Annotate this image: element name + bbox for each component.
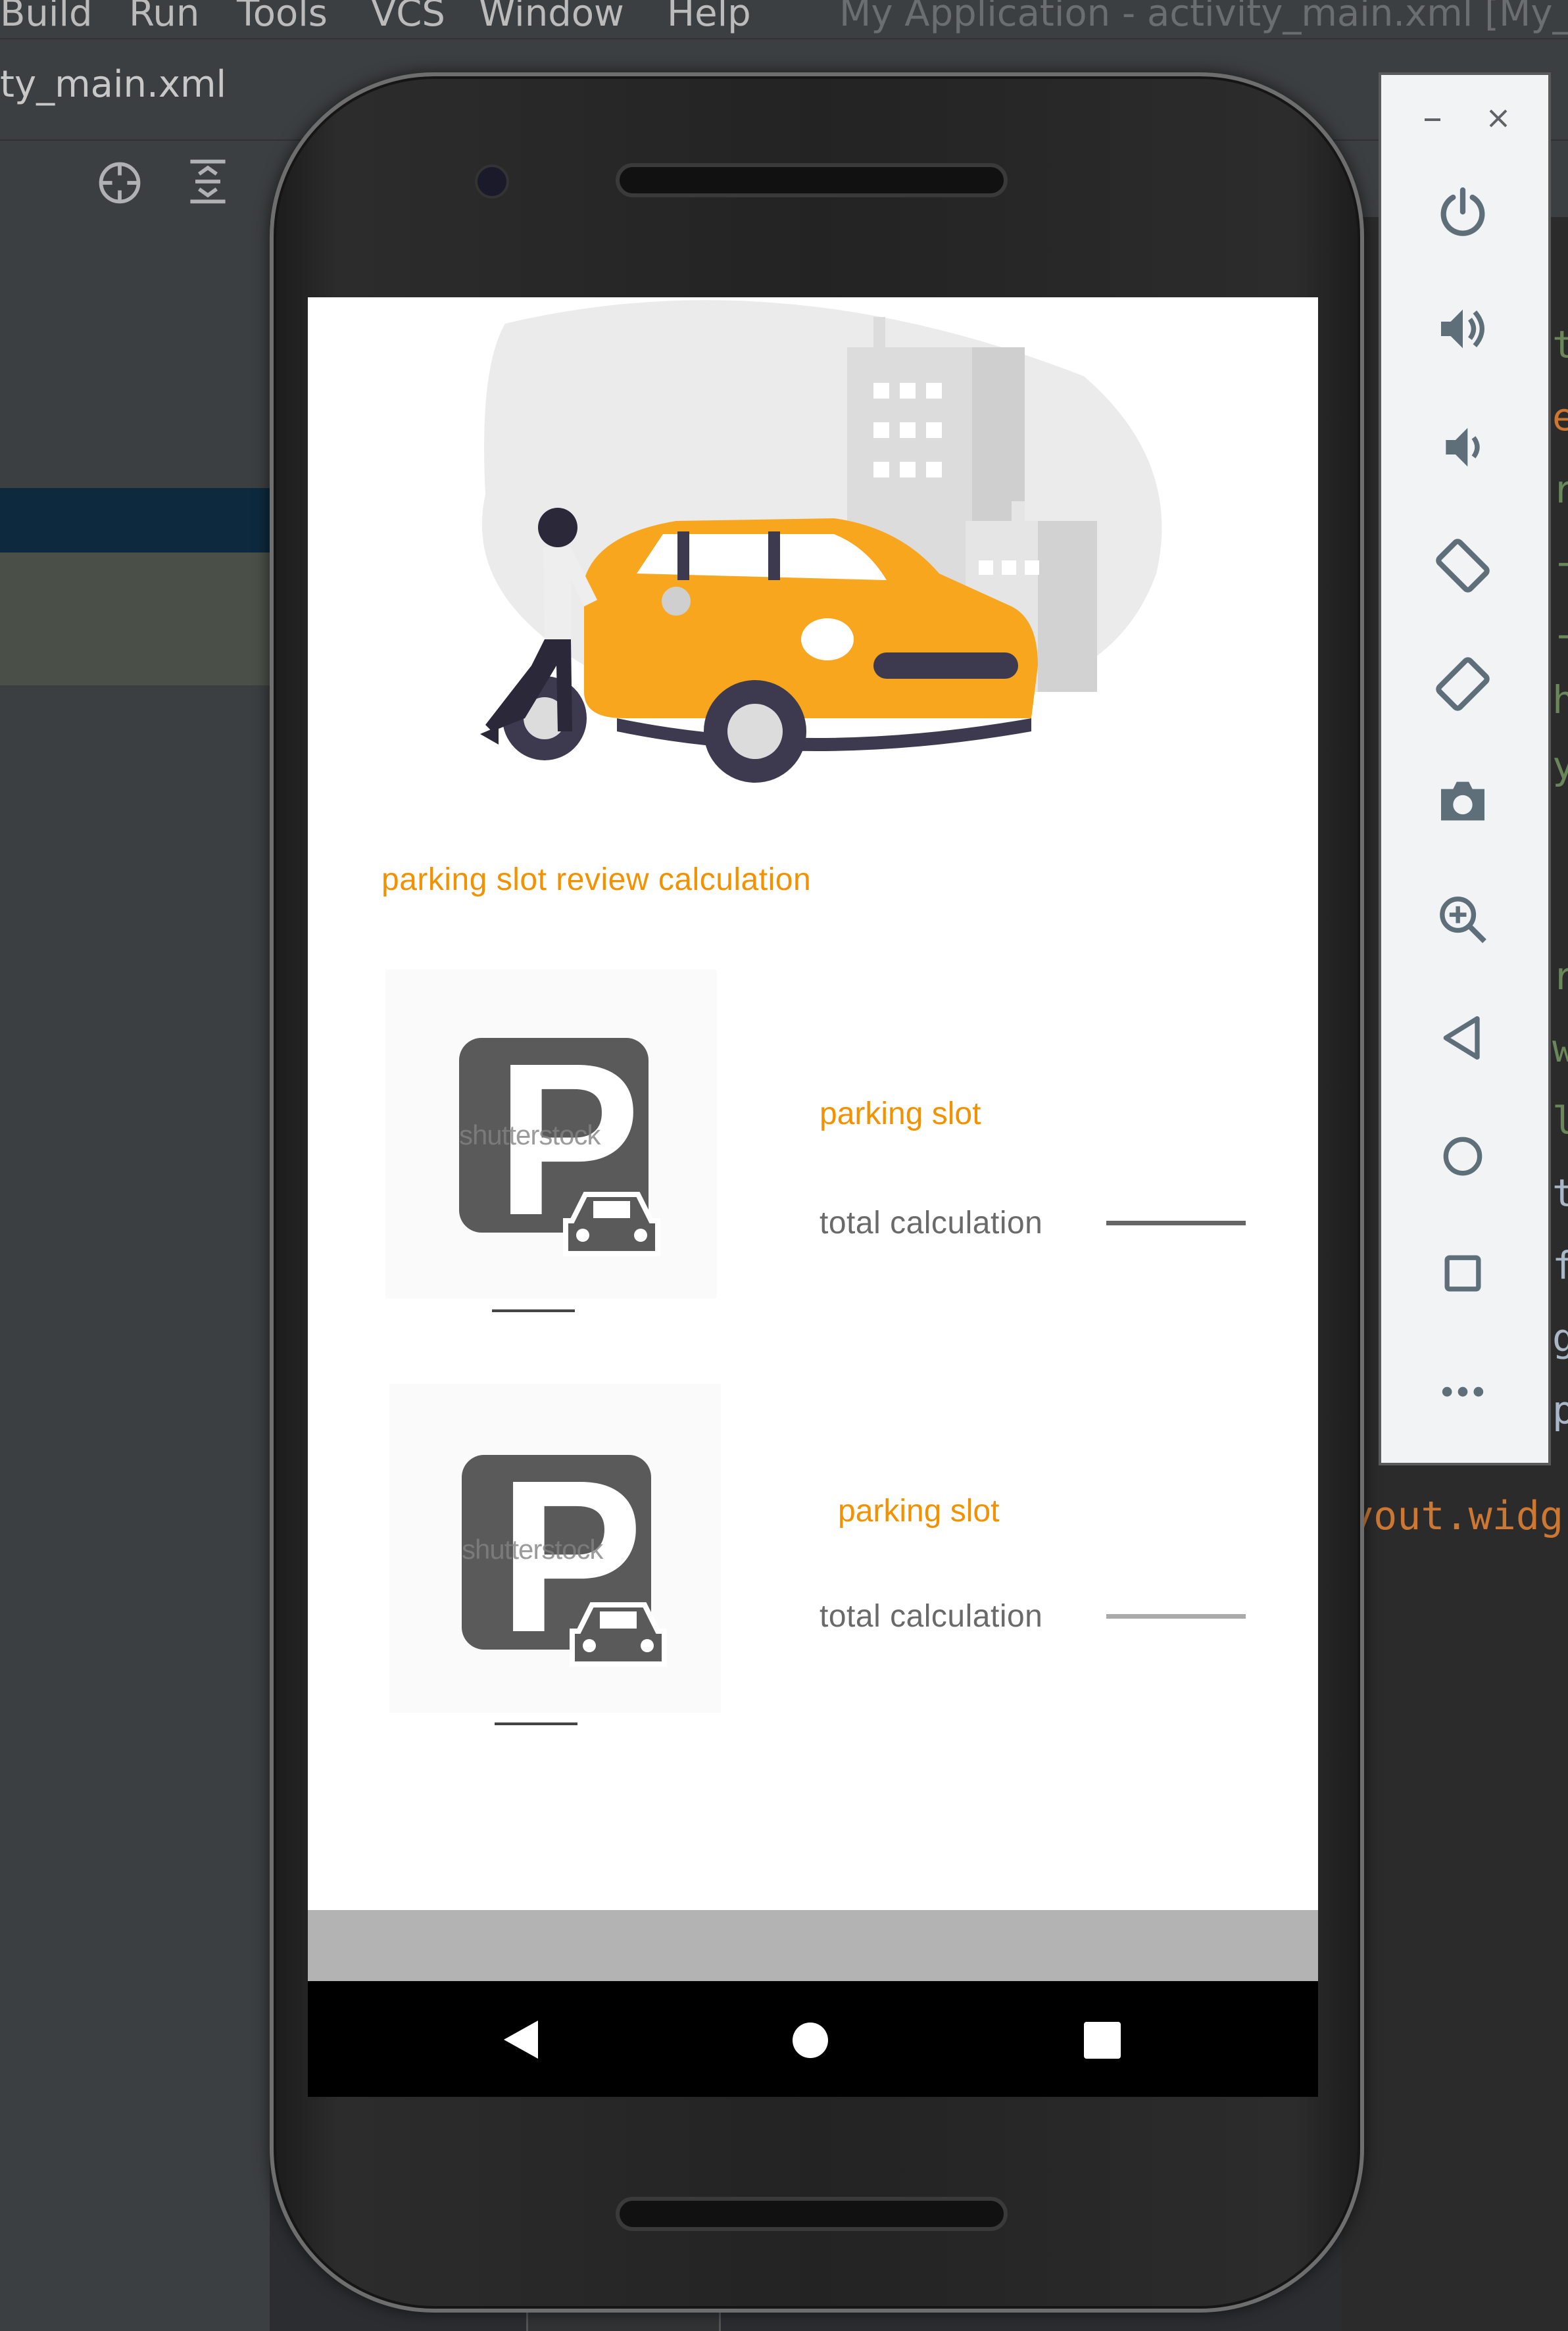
code-char: e — [1552, 395, 1568, 439]
rotate-right-icon[interactable] — [1429, 650, 1497, 718]
code-char: - — [1552, 612, 1568, 656]
nav-back-icon[interactable] — [499, 2017, 545, 2063]
code-snippet: yout.widg — [1350, 1493, 1564, 1539]
menu-tools[interactable]: Tools — [237, 0, 328, 35]
code-char: - — [1552, 539, 1568, 584]
selected-tree-row[interactable] — [0, 488, 270, 552]
bottom-speaker — [616, 2197, 1008, 2231]
volume-down-icon[interactable] — [1429, 413, 1497, 481]
overview-icon[interactable] — [1429, 1239, 1497, 1308]
power-icon[interactable] — [1429, 178, 1497, 246]
nav-home-icon[interactable] — [791, 2021, 830, 2060]
file-tab-activity-main[interactable]: ty_main.xml — [0, 63, 226, 106]
nav-recents-icon[interactable] — [1084, 2022, 1121, 2059]
window-title: My Application - activity_main.xml [My_A… — [839, 0, 1568, 35]
code-char: p — [1552, 1388, 1568, 1433]
code-char: t — [1552, 1171, 1568, 1215]
code-char: r — [1552, 954, 1568, 998]
code-char: t — [1552, 322, 1568, 367]
calc-label: total calculation — [820, 1206, 1043, 1240]
calc-value-line — [1106, 1614, 1246, 1619]
code-char: g — [1552, 1315, 1568, 1360]
expand-icon[interactable] — [183, 155, 233, 208]
image-caption: ▬▬▬▬▬▬▬▬▬ — [492, 1304, 575, 1314]
calc-label: total calculation — [820, 1599, 1043, 1634]
image-watermark: shutterstock — [459, 1119, 600, 1150]
menu-help[interactable]: Help — [667, 0, 751, 35]
close-icon[interactable] — [1480, 99, 1519, 138]
zoom-icon[interactable] — [1429, 885, 1497, 954]
top-speaker — [616, 163, 1008, 197]
rotate-left-icon[interactable] — [1429, 531, 1497, 600]
home-icon[interactable] — [1429, 1122, 1497, 1190]
parking-sign-image: P shutterstock ▬▬▬▬▬▬▬▬▬ — [389, 1384, 721, 1727]
calc-value-line — [1106, 1221, 1246, 1225]
slot-label: parking slot — [820, 1096, 981, 1131]
code-char: l — [1552, 1098, 1568, 1143]
back-icon[interactable] — [1429, 1004, 1497, 1072]
code-char: w — [1552, 1026, 1568, 1071]
car-icon — [563, 1192, 660, 1256]
device-screen: parking slot review calculation P shutte… — [308, 297, 1318, 2097]
bottom-bar — [308, 1910, 1318, 1981]
more-icon[interactable] — [1429, 1358, 1497, 1426]
car-illustration — [480, 300, 1162, 783]
minimize-icon[interactable] — [1414, 99, 1454, 138]
image-watermark: shutterstock — [462, 1534, 603, 1565]
car-icon — [570, 1602, 667, 1667]
image-caption: ▬▬▬▬▬▬▬▬▬ — [495, 1717, 577, 1727]
camera-icon[interactable] — [1429, 767, 1497, 835]
code-char: y — [1552, 743, 1568, 788]
front-camera — [475, 164, 509, 199]
code-char: h — [1552, 677, 1568, 722]
highlighted-tree-row[interactable] — [0, 552, 270, 685]
code-char: r — [1552, 467, 1568, 512]
slot-label: parking slot — [838, 1494, 1000, 1529]
ide-menu-bar: Build Run Tools VCS Window Help My Appli… — [0, 0, 1568, 39]
volume-up-icon[interactable] — [1429, 295, 1497, 363]
code-char: f — [1552, 1243, 1568, 1288]
menu-build[interactable]: Build — [0, 0, 93, 35]
menu-run[interactable]: Run — [129, 0, 199, 35]
menu-window[interactable]: Window — [479, 0, 624, 35]
parking-sign-image: P shutterstock ▬▬▬▬▬▬▬▬▬ — [385, 969, 717, 1314]
crosshair-icon[interactable] — [95, 158, 145, 208]
menu-vcs[interactable]: VCS — [371, 0, 445, 35]
system-nav-bar — [308, 1981, 1318, 2097]
page-title: parking slot review calculation — [381, 862, 812, 897]
